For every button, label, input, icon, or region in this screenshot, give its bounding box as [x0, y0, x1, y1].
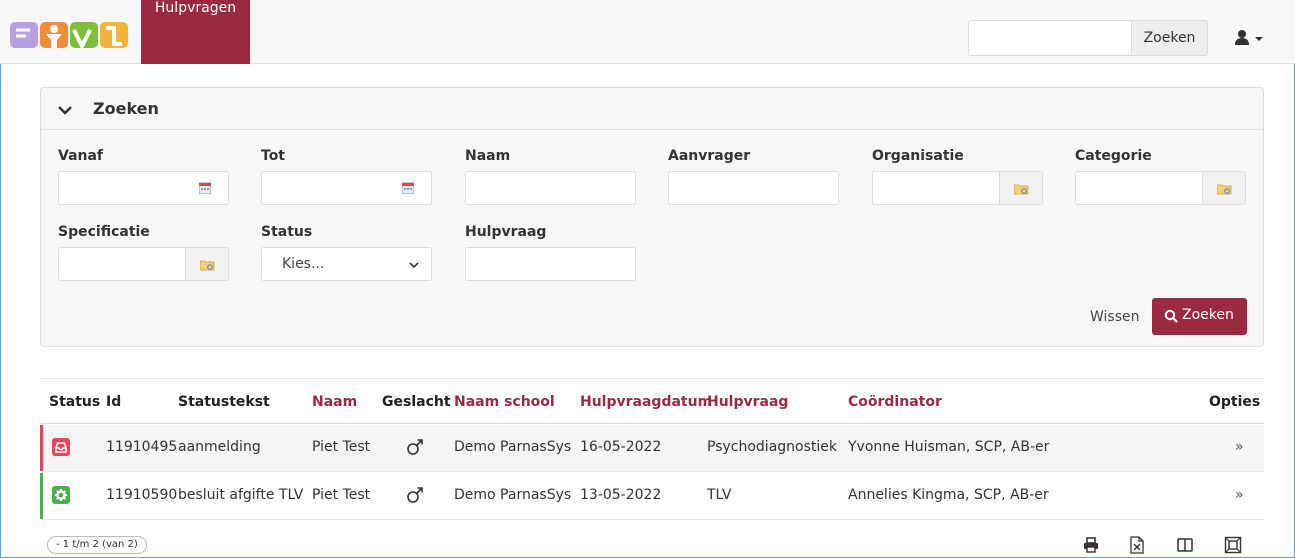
label-status: Status	[261, 224, 313, 240]
naam-input[interactable]	[465, 171, 636, 205]
fullscreen-icon[interactable]	[1224, 536, 1242, 554]
pager-badge[interactable]: - 1 t/m 2 (van 2)	[47, 536, 147, 554]
cell-naam: Piet Test	[312, 487, 371, 503]
cell-hulpvraag: TLV	[707, 487, 732, 503]
nav-tab-hulpvragen[interactable]: Hulpvragen	[141, 0, 250, 64]
aanvrager-input[interactable]	[668, 171, 839, 205]
search-icon	[1164, 309, 1178, 323]
gear-icon	[52, 486, 70, 504]
search-panel-header[interactable]: Zoeken	[41, 88, 1263, 130]
navbar-search-button[interactable]: Zoeken	[1131, 20, 1208, 56]
col-naam[interactable]: Naam	[312, 394, 357, 410]
vanaf-date-field[interactable]	[58, 171, 229, 205]
status-bar	[40, 425, 43, 471]
cell-hulpvraagdatum: 13-05-2022	[580, 487, 662, 503]
label-specificatie: Specificatie	[58, 224, 150, 240]
cell-hulpvraagdatum: 16-05-2022	[580, 439, 662, 455]
col-geslacht[interactable]: Geslacht	[382, 394, 451, 410]
print-icon[interactable]	[1082, 536, 1100, 554]
cell-statustekst: besluit afgifte TLV	[178, 487, 304, 503]
chevron-down-icon[interactable]	[57, 102, 73, 118]
col-opties: Opties	[1209, 394, 1261, 410]
table-header: Status Id Statustekst Naam Geslacht Naam…	[40, 378, 1264, 424]
col-status[interactable]: Status	[49, 394, 100, 410]
calendar-icon[interactable]	[402, 182, 414, 194]
organisatie-input[interactable]	[872, 171, 1000, 205]
search-button-label: Zoeken	[1182, 307, 1234, 323]
search-panel-title: Zoeken	[93, 99, 159, 118]
clear-button[interactable]: Wissen	[1090, 309, 1140, 325]
cell-id: 11910590	[106, 487, 178, 503]
label-aanvrager: Aanvrager	[668, 148, 751, 164]
folder-search-icon	[1217, 184, 1232, 195]
table-row[interactable]: 11910495 aanmelding Piet Test Demo Parna…	[40, 425, 1264, 472]
row-options-button[interactable]: »	[1235, 439, 1244, 455]
tot-date-field[interactable]	[261, 171, 432, 205]
search-panel: Zoeken	[40, 87, 1264, 347]
cell-hulpvraag: Psychodiagnostiek	[707, 439, 837, 455]
status-bar	[40, 473, 43, 519]
chevron-down-icon	[409, 262, 419, 269]
categorie-lookup-button[interactable]	[1202, 171, 1246, 205]
male-icon	[407, 487, 423, 503]
excel-icon[interactable]	[1128, 536, 1146, 554]
col-id[interactable]: Id	[106, 394, 121, 410]
col-statustekst[interactable]: Statustekst	[178, 394, 270, 410]
col-naam-school[interactable]: Naam school	[454, 394, 555, 410]
status-select[interactable]: Kies...	[261, 247, 432, 281]
specificatie-lookup-button[interactable]	[185, 247, 229, 281]
cell-statustekst: aanmelding	[178, 439, 261, 455]
categorie-input[interactable]	[1075, 171, 1203, 205]
label-naam: Naam	[465, 148, 511, 164]
label-organisatie: Organisatie	[872, 148, 964, 164]
col-hulpvraagdatum[interactable]: Hulpvraagdatum	[580, 394, 712, 410]
top-navbar: Hulpvragen Zoeken	[0, 0, 1295, 64]
folder-search-icon	[200, 260, 215, 271]
cell-coordinator: Annelies Kingma, SCP, AB-er	[848, 487, 1049, 503]
nav-tab-label: Hulpvragen	[154, 0, 237, 16]
cell-naam-school: Demo ParnasSys	[454, 487, 572, 503]
inbox-icon	[52, 438, 70, 456]
label-vanaf: Vanaf	[58, 148, 104, 164]
navbar-search-input[interactable]	[968, 20, 1132, 56]
search-button[interactable]: Zoeken	[1152, 298, 1247, 335]
male-icon	[407, 439, 423, 455]
label-tot: Tot	[261, 148, 286, 164]
specificatie-input[interactable]	[58, 247, 186, 281]
columns-icon[interactable]	[1176, 536, 1194, 554]
app-logo[interactable]	[10, 20, 130, 50]
col-hulpvraag[interactable]: Hulpvraag	[707, 394, 788, 410]
label-categorie: Categorie	[1075, 148, 1152, 164]
cell-naam-school: Demo ParnasSys	[454, 439, 572, 455]
user-menu-icon[interactable]	[1232, 28, 1272, 48]
navbar-search: Zoeken	[968, 20, 1208, 56]
organisatie-lookup-button[interactable]	[999, 171, 1043, 205]
folder-search-icon	[1014, 184, 1029, 195]
row-options-button[interactable]: »	[1235, 487, 1244, 503]
table-row[interactable]: 11910590 besluit afgifte TLV Piet Test D…	[40, 473, 1264, 520]
calendar-icon[interactable]	[199, 182, 211, 194]
hulpvraag-input[interactable]	[465, 247, 636, 281]
cell-id: 11910495	[106, 439, 178, 455]
status-select-value: Kies...	[282, 256, 325, 272]
cell-coordinator: Yvonne Huisman, SCP, AB-er	[848, 439, 1050, 455]
cell-naam: Piet Test	[312, 439, 371, 455]
col-coordinator[interactable]: Coördinator	[848, 394, 942, 410]
label-hulpvraag: Hulpvraag	[465, 224, 547, 240]
